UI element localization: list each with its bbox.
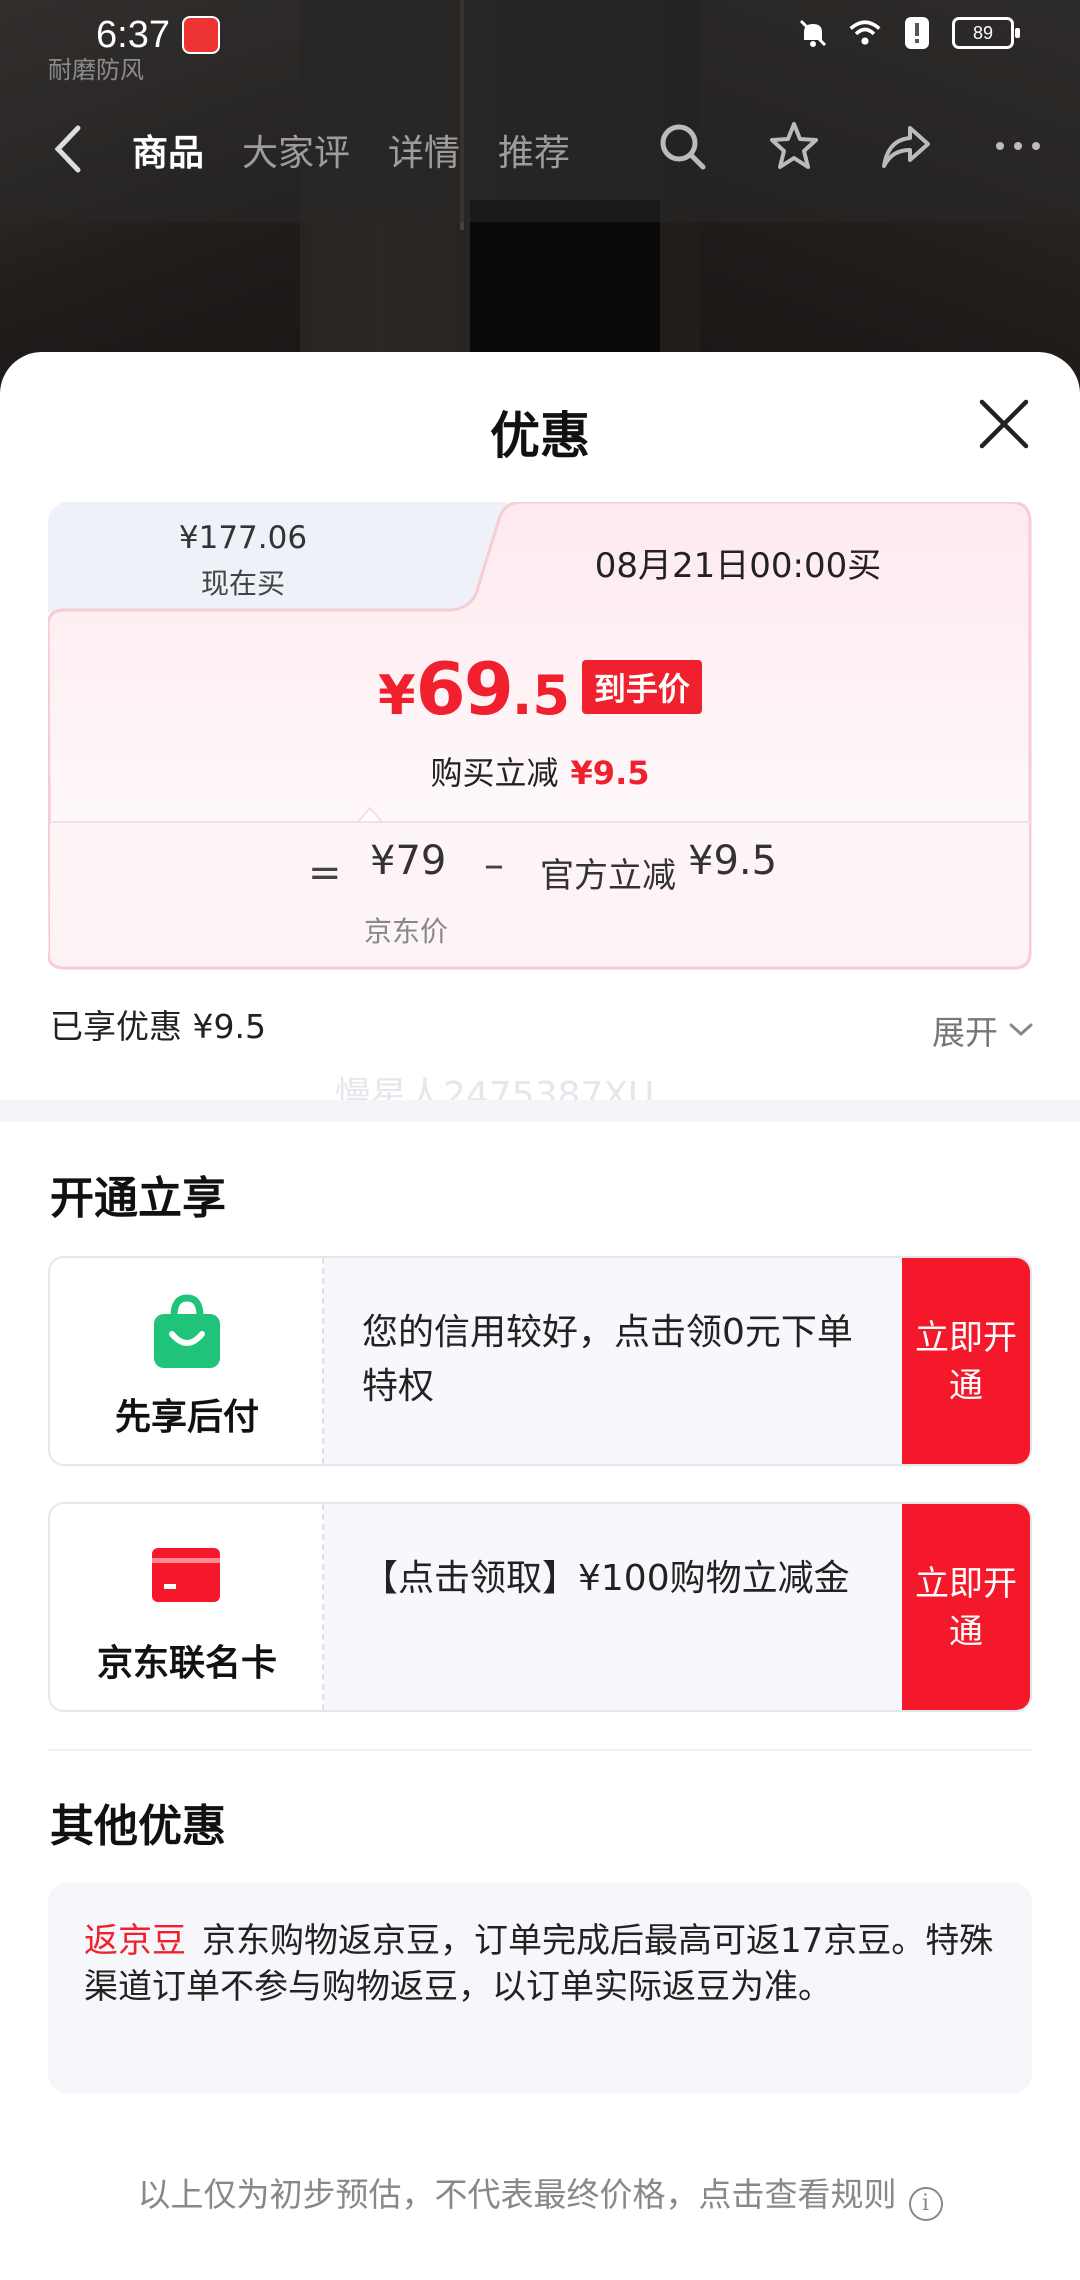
star-icon[interactable] — [768, 120, 820, 172]
expand-button[interactable]: 展开 — [932, 1006, 1034, 1054]
price-breakdown: = ¥79 京东价 – 官方立减 ¥9.5 — [48, 812, 1032, 962]
wifi-icon — [848, 16, 882, 50]
equals-sign: = — [308, 850, 342, 896]
offer-cobrand-card[interactable]: 京东联名卡 【点击领取】¥100购物立减金 立即开通 — [48, 1502, 1032, 1712]
status-bar: 6:37 耐磨防风 89 — [0, 0, 1080, 84]
price-card: ¥177.06 现在买 08月21日00:00买 ¥69.5 到手价 购买立减 … — [48, 502, 1032, 970]
shop-watermark: 耐磨防风 — [48, 56, 144, 84]
final-price-currency: ¥ — [378, 664, 416, 727]
share-icon[interactable] — [880, 120, 932, 172]
offer-pay-later[interactable]: 先享后付 您的信用较好，点击领0元下单特权 立即开通 — [48, 1256, 1032, 1466]
more-icon[interactable] — [992, 120, 1044, 172]
instant-discount-value: ¥9.5 — [570, 754, 650, 792]
open-cobrand-card-button[interactable]: 立即开通 — [902, 1504, 1030, 1710]
final-price-tag: 到手价 — [581, 660, 702, 714]
offer-pay-later-brand: 先享后付 — [50, 1258, 324, 1464]
sheet-title: 优惠 — [490, 407, 590, 465]
card-icon — [150, 1544, 220, 1620]
rules-footnote-text: 以上仅为初步预估，不代表最终价格，点击查看规则 — [137, 2175, 897, 2214]
close-icon[interactable] — [976, 396, 1032, 452]
final-price: ¥69.5 到手价 — [48, 647, 1032, 731]
shopping-bag-icon — [152, 1294, 222, 1370]
chevron-down-icon — [1009, 1023, 1033, 1037]
other-section-title: 其他优惠 — [50, 1801, 226, 1852]
app-badge-icon — [182, 16, 220, 54]
section-divider — [0, 1100, 1080, 1122]
alert-icon — [900, 16, 934, 50]
jd-beans-offer: 返京豆 京东购物返京豆，订单完成后最高可返17京豆。特殊渠道订单不参与购物返豆，以… — [48, 1882, 1032, 2094]
final-price-decimal: .5 — [511, 664, 570, 727]
offer-cobrand-card-desc: 【点击领取】¥100购物立减金 — [362, 1558, 850, 1599]
final-price-integer: 69 — [415, 647, 514, 731]
open-section-title: 开通立享 — [50, 1173, 226, 1224]
tab-reviews[interactable]: 大家评 — [242, 124, 350, 176]
search-icon[interactable] — [656, 120, 708, 172]
battery-icon: 89 — [952, 17, 1020, 49]
section-divider-line — [48, 1749, 1032, 1751]
offer-pay-later-desc: 您的信用较好，点击领0元下单特权 — [362, 1312, 853, 1407]
instant-discount: 购买立减 ¥9.5 — [48, 748, 1032, 794]
mute-icon — [796, 16, 830, 50]
jd-beans-label: 返京豆 — [84, 1921, 186, 1961]
minus-sign: – — [484, 842, 504, 888]
expand-label: 展开 — [932, 1013, 998, 1052]
offer-pay-later-name: 先享后付 — [114, 1397, 259, 1438]
open-pay-later-button[interactable]: 立即开通 — [902, 1258, 1030, 1464]
enjoyed-discount: 已享优惠 ¥9.5 — [50, 1007, 266, 1046]
product-tabs: 商品 大家评 详情 推荐 — [132, 124, 570, 176]
back-icon[interactable] — [48, 124, 88, 174]
offer-cobrand-card-brand: 京东联名卡 — [50, 1504, 324, 1710]
rules-footnote[interactable]: 以上仅为初步预估，不代表最终价格，点击查看规则 i — [0, 2168, 1080, 2221]
instant-discount-label: 购买立减 — [430, 754, 559, 792]
tab-recommend[interactable]: 推荐 — [498, 124, 570, 176]
offer-cobrand-card-name: 京东联名卡 — [96, 1643, 277, 1684]
official-discount-value: ¥9.5 — [688, 838, 778, 884]
jd-price-label: 京东价 — [364, 915, 449, 948]
official-discount-label: 官方立减 — [540, 856, 676, 896]
info-icon[interactable]: i — [908, 2187, 943, 2221]
future-buy-label[interactable]: 08月21日00:00买 — [488, 538, 988, 587]
jd-price: ¥79 — [370, 838, 447, 884]
jd-beans-desc: 京东购物返京豆，订单完成后最高可返17京豆。特殊渠道订单不参与购物返豆，以订单实… — [84, 1921, 994, 2007]
jd-beans-text-block: 返京豆 京东购物返京豆，订单完成后最高可返17京豆。特殊渠道订单不参与购物返豆，以… — [84, 1918, 996, 2010]
discount-sheet: 优惠 ¥177.06 现在买 08月21日00:00买 ¥69.5 到手价 购买… — [0, 352, 1080, 2280]
tab-product[interactable]: 商品 — [132, 124, 204, 176]
tab-details[interactable]: 详情 — [388, 124, 460, 176]
product-top-nav: 商品 大家评 详情 推荐 — [0, 110, 1080, 190]
